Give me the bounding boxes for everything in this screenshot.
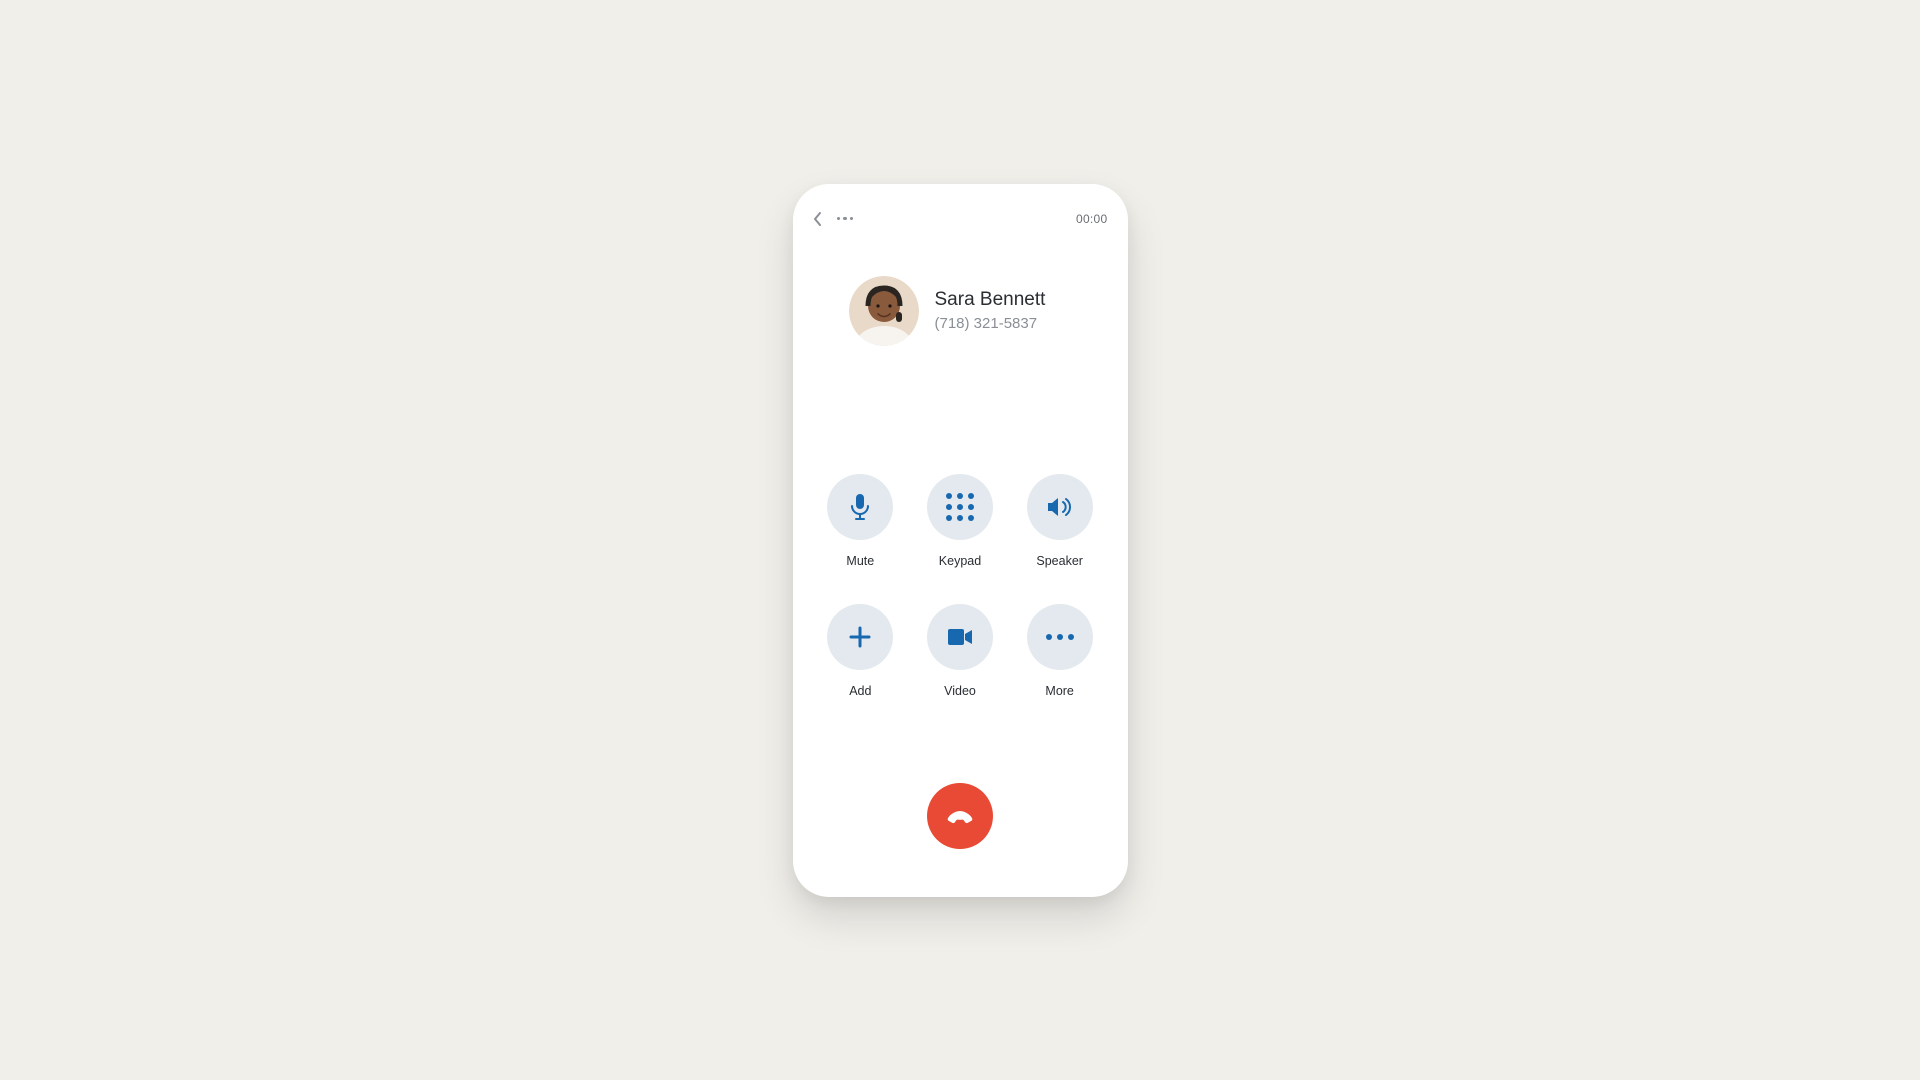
keypad-button[interactable]: Keypad	[927, 474, 993, 568]
video-button[interactable]: Video	[927, 604, 993, 698]
caller-name: Sara Bennett	[935, 289, 1046, 311]
chevron-left-icon	[813, 211, 823, 227]
more-button[interactable]: More	[1027, 604, 1093, 698]
avatar-icon	[849, 276, 919, 346]
more-label: More	[1045, 684, 1073, 698]
speaker-icon	[1046, 495, 1074, 519]
mute-button[interactable]: Mute	[827, 474, 893, 568]
caller-avatar	[849, 276, 919, 346]
mute-label: Mute	[846, 554, 874, 568]
caller-phone-number: (718) 321-5837	[935, 315, 1046, 332]
back-button[interactable]	[813, 211, 823, 227]
keypad-label: Keypad	[939, 554, 981, 568]
keypad-icon	[946, 493, 974, 521]
speaker-label: Speaker	[1036, 554, 1083, 568]
plus-icon	[848, 625, 872, 649]
phone-hangup-icon	[944, 800, 976, 832]
caller-info: Sara Bennett (718) 321-5837	[813, 276, 1108, 346]
phone-frame: 00:00 Sara B	[793, 184, 1128, 897]
add-button[interactable]: Add	[827, 604, 893, 698]
call-timer: 00:00	[1076, 212, 1108, 226]
video-icon	[947, 628, 973, 646]
add-label: Add	[849, 684, 871, 698]
top-more-button[interactable]	[837, 217, 854, 221]
caller-text: Sara Bennett (718) 321-5837	[935, 289, 1046, 332]
call-controls: Mute Keypad Speaker	[813, 474, 1108, 698]
top-bar-left	[813, 211, 854, 227]
top-bar: 00:00	[813, 208, 1108, 230]
more-horizontal-icon	[837, 217, 854, 221]
video-label: Video	[944, 684, 976, 698]
end-call-button[interactable]	[927, 783, 993, 849]
hangup-row	[813, 783, 1108, 869]
microphone-icon	[849, 493, 871, 521]
speaker-button[interactable]: Speaker	[1027, 474, 1093, 568]
more-horizontal-icon	[1046, 634, 1074, 640]
